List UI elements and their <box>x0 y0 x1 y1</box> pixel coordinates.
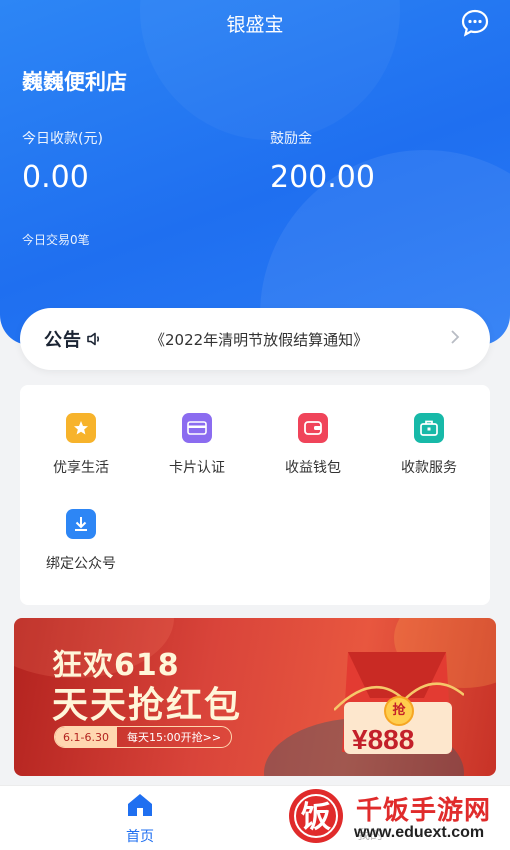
banner-time-note: 每天15:00开抢>> <box>126 731 222 744</box>
today-trade-count: 今日交易0笔 <box>22 233 90 247</box>
red-envelope: 抢 ¥888 <box>333 640 465 760</box>
briefcase-icon <box>414 413 444 443</box>
menu-item-bind-official[interactable]: 绑定公众号 <box>23 509 139 573</box>
watermark-text: 千饭手游网 <box>356 796 492 826</box>
notice-text: 《2022年清明节放假结算通知》 <box>150 330 369 349</box>
today-collection-value[interactable]: 0.00 <box>22 160 89 195</box>
home-icon <box>100 792 180 822</box>
wallet-icon <box>298 413 328 443</box>
card-icon <box>182 413 212 443</box>
promo-banner[interactable]: 狂欢618 天天抢红包 6.1-6.30 每天15:00开抢>> 抢 ¥888 <box>14 618 496 776</box>
menu-item-label: 优享生活 <box>53 460 109 476</box>
menu-item-label: 绑定公众号 <box>46 556 116 572</box>
today-collection-label: 今日收款(元) <box>22 131 103 147</box>
banner-date-range: 6.1-6.30 <box>55 727 117 747</box>
notice-badge: 公告 <box>44 326 126 352</box>
menu-item-label: 收益钱包 <box>285 460 341 476</box>
header-panel: 银盛宝 巍巍便利店 今日收款(元) 0.00 鼓励金 200.00 今日交易0笔 <box>0 0 510 345</box>
chevron-right-icon <box>448 326 462 352</box>
red-envelope-amount: ¥888 <box>352 724 415 755</box>
menu-item-label: 收款服务 <box>401 460 457 476</box>
site-watermark: 饭 千饭手游网 www.eduext.com <box>284 788 502 846</box>
speaker-icon <box>85 330 103 348</box>
app-title: 银盛宝 <box>226 14 284 36</box>
star-icon <box>66 413 96 443</box>
service-menu: 优享生活 卡片认证 收益钱包 收款服务 绑定公众号 <box>20 385 490 605</box>
watermark-logo-icon: 饭 <box>289 789 343 843</box>
menu-item-youxiang[interactable]: 优享生活 <box>23 413 139 477</box>
reward-fund-label: 鼓励金 <box>270 131 312 147</box>
download-icon <box>66 509 96 539</box>
grab-coin: 抢 <box>384 696 414 726</box>
store-name: 巍巍便利店 <box>22 70 127 94</box>
menu-item-collection-service[interactable]: 收款服务 <box>371 413 487 477</box>
tab-home-label: 首页 <box>126 829 154 845</box>
banner-subheadline: 天天抢红包 <box>52 685 243 726</box>
menu-item-wallet[interactable]: 收益钱包 <box>255 413 371 477</box>
tab-home[interactable]: 首页 <box>100 792 180 846</box>
menu-item-label: 卡片认证 <box>169 460 225 476</box>
notice-bar[interactable]: 公告 《2022年清明节放假结算通知》 <box>20 308 490 370</box>
chat-bubble-icon[interactable] <box>460 8 490 38</box>
notice-tag: 公告 <box>44 330 82 351</box>
reward-fund-value[interactable]: 200.00 <box>270 160 375 195</box>
watermark-logo-char: 饭 <box>301 800 331 835</box>
watermark-url: www.eduext.com <box>354 824 485 841</box>
menu-item-card-auth[interactable]: 卡片认证 <box>139 413 255 477</box>
banner-time-pill: 6.1-6.30 每天15:00开抢>> <box>54 726 233 748</box>
